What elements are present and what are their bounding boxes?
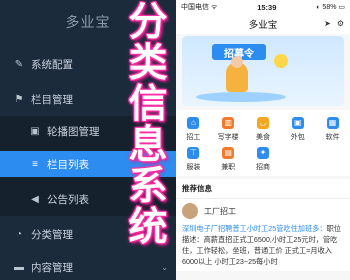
navbar-actions: ➤ ⚙: [324, 19, 344, 28]
overlay-char: 统: [128, 204, 168, 250]
list-item[interactable]: 工厂招工 深圳电子厂招聘普工小时工25管吃住加班多：职位描述：高薪直招正式工65…: [176, 199, 350, 271]
image-icon: ▣: [30, 125, 40, 137]
recommend-section: 推荐信息 工厂招工 深圳电子厂招聘普工小时工25管吃住加班多：职位描述：高薪直招…: [176, 179, 350, 271]
category-label: 美食: [255, 133, 270, 141]
settings-icon[interactable]: ⚙: [337, 19, 344, 28]
sidebar-item-label: 轮播图管理: [47, 125, 100, 138]
category-item[interactable]: ▤ 兼职: [211, 144, 246, 174]
wrench-icon: ✎: [14, 58, 24, 70]
sidebar-item-label: 栏目列表: [47, 158, 89, 171]
status-bar: 中国电信 ᯤ 15:39 ◐ 58% ▭: [176, 0, 350, 14]
category-label: 写字楼: [217, 133, 239, 141]
post-body: 深圳电子厂招聘普工小时工25管吃住加班多：职位描述：高薪直招正式工6500,小时…: [182, 223, 344, 267]
category-item[interactable]: ▥ 写字楼: [211, 114, 246, 144]
recruit-banner[interactable]: 招募令: [182, 36, 344, 106]
briefcase-icon: ▤: [222, 146, 235, 159]
category-label: 服装: [186, 163, 201, 171]
list-icon: ≡: [32, 158, 38, 170]
folder-icon: ▬: [14, 261, 24, 273]
time-text: 15:39: [257, 2, 277, 12]
category-label: 软件: [325, 133, 340, 141]
shirt-icon: ⊤: [187, 146, 200, 159]
category-item[interactable]: ✦ 招商: [246, 144, 281, 174]
category-label: 兼职: [221, 163, 236, 171]
category-label: 外包: [290, 133, 305, 141]
chevron-down-icon: ⌄: [161, 262, 168, 272]
banner-bubble-shape: [274, 54, 288, 68]
location-icon[interactable]: ➤: [324, 19, 331, 28]
banner-ground-shape: [196, 92, 286, 102]
box-icon: ▣: [291, 116, 304, 129]
mini-app-navbar: 多业宝 ➤ ⚙: [176, 14, 350, 34]
banner-head-shape: [231, 56, 243, 68]
avatar: [182, 203, 198, 219]
sidebar-item-label: 内容管理: [31, 261, 73, 274]
app-icon: ▦: [326, 116, 339, 129]
category-item[interactable]: ▣ 外包: [280, 114, 315, 144]
pie-chart-icon: ◔: [15, 228, 23, 240]
overlay-char: 信: [128, 81, 168, 127]
sidebar-item-label: 系统配置: [31, 58, 73, 71]
megaphone-icon: ◀: [31, 193, 39, 205]
category-item[interactable]: ◡ 美食: [246, 114, 281, 144]
building-icon: ▥: [222, 116, 235, 129]
house-icon: ⌂: [187, 116, 200, 129]
navbar-title: 多业宝: [248, 20, 278, 31]
sidebar-item-content-management[interactable]: ▬ 内容管理 ⌄: [0, 254, 176, 280]
post-highlight: 深圳电子厂招聘普工小时工25管吃住加班多：: [182, 224, 327, 233]
category-item[interactable]: ⊤ 服装: [176, 144, 211, 174]
post-author: 工厂招工: [204, 206, 236, 216]
overlay-title: 分 类 信 息 系 统: [126, 2, 170, 248]
battery-text: ◐ 58% ▭: [316, 4, 345, 11]
app-root: 多业宝 ✎ 系统配置 ⚑ 栏目管理 ▣ 轮播图管理 ≡ 栏目列表 ◀ 公告列表 …: [0, 0, 350, 280]
category-item[interactable]: ⌂ 招工: [176, 114, 211, 144]
bowl-icon: ◡: [256, 116, 269, 129]
sidebar-item-label: 分类管理: [31, 228, 73, 241]
category-row: ⌂ 招工 ▥ 写字楼 ◡ 美食 ▣ 外包 ▦ 软件: [176, 114, 350, 144]
overlay-char: 分: [128, 0, 168, 45]
overlay-char: 类: [128, 40, 168, 86]
carrier-text: 中国电信 ᯤ: [181, 4, 218, 11]
category-grid: ⌂ 招工 ▥ 写字楼 ◡ 美食 ▣ 外包 ▦ 软件 ⊤ 服装 ▤ 兼职 ✦ 招商: [176, 110, 350, 176]
category-item[interactable]: ▦ 软件: [315, 114, 350, 144]
flag-icon: ⚑: [14, 93, 24, 105]
category-label: 招商: [255, 163, 270, 171]
phone-preview: 中国电信 ᯤ 15:39 ◐ 58% ▭ 多业宝 ➤ ⚙ 招募令 ⌂ 招工 ▥ 写字楼…: [176, 0, 350, 280]
sidebar-item-label: 公告列表: [47, 193, 89, 206]
category-label: 招工: [186, 133, 201, 141]
post-header: 工厂招工: [182, 203, 344, 219]
category-row: ⊤ 服装 ▤ 兼职 ✦ 招商: [176, 144, 350, 174]
section-title: 推荐信息: [176, 179, 350, 199]
sidebar-item-label: 栏目管理: [31, 93, 73, 106]
handshake-icon: ✦: [256, 146, 269, 159]
overlay-char: 息: [128, 122, 168, 168]
overlay-char: 系: [128, 163, 168, 209]
